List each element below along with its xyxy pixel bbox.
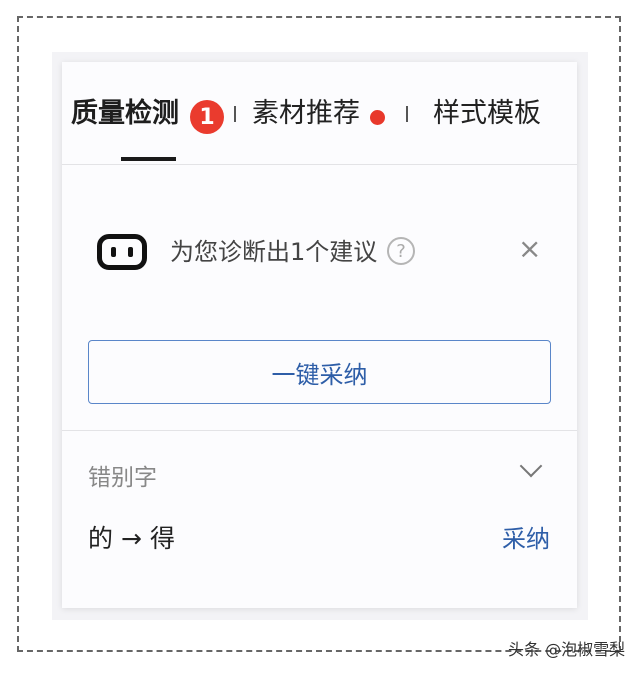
- active-tab-indicator: [121, 157, 176, 161]
- section-divider: [62, 430, 577, 431]
- tab-style-templates-label: 样式模板: [433, 98, 541, 129]
- typo-suggestion: 的 → 得: [88, 522, 183, 556]
- help-icon[interactable]: ?: [387, 237, 415, 265]
- robot-eye-right: [128, 247, 133, 257]
- tab-style-templates[interactable]: 样式模板: [433, 96, 541, 132]
- tab-separator: [406, 106, 408, 122]
- close-icon[interactable]: ×: [518, 233, 541, 265]
- quality-count-badge: 1: [190, 100, 224, 134]
- original-text: 的: [88, 524, 114, 553]
- typo-category-label: 错别字: [88, 465, 157, 491]
- robot-assistant-icon: [97, 234, 147, 270]
- tab-quality-check[interactable]: 质量检测: [71, 96, 179, 132]
- diagnosis-message: 为您诊断出1个建议: [170, 238, 378, 266]
- adopt-all-button[interactable]: 一键采纳: [88, 340, 551, 404]
- replacement-text: 得: [149, 524, 175, 553]
- notification-dot: [370, 110, 385, 125]
- tab-separator: [234, 106, 236, 122]
- tab-material-recommend[interactable]: 素材推荐: [252, 96, 360, 132]
- adopt-suggestion-button[interactable]: 采纳: [502, 522, 550, 556]
- tab-material-recommend-label: 素材推荐: [252, 98, 360, 129]
- watermark: 头条 @泡椒雪梨: [508, 640, 626, 659]
- arrow-right-icon: →: [121, 524, 142, 553]
- tab-bar: 质量检测 1 素材推荐 样式模板: [62, 62, 577, 165]
- robot-eye-left: [111, 247, 116, 257]
- tab-quality-check-label: 质量检测: [71, 98, 179, 129]
- chevron-down-icon[interactable]: [519, 454, 543, 478]
- quality-panel: 质量检测 1 素材推荐 样式模板 为您诊断出1个建议 ? × 一键采纳 错别字 …: [62, 62, 577, 608]
